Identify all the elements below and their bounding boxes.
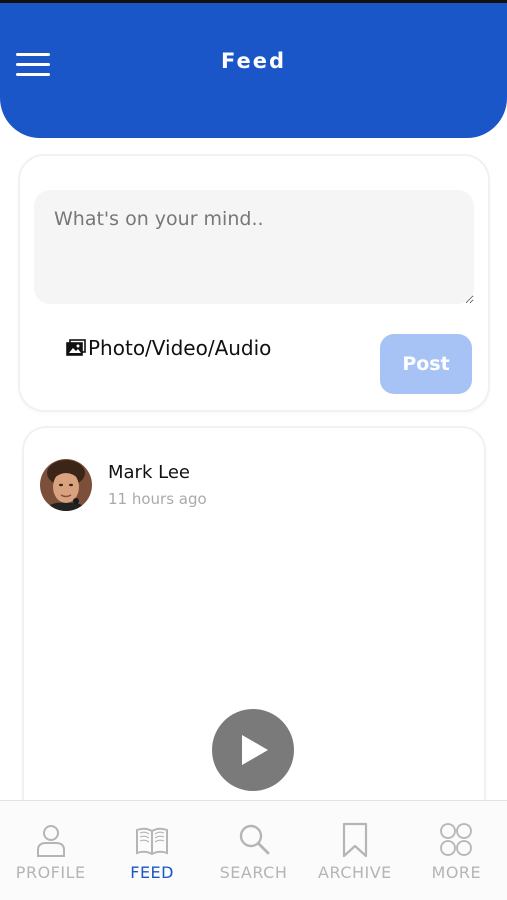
nav-item-more[interactable]: MORE (406, 801, 507, 900)
play-button[interactable] (212, 709, 294, 791)
open-book-icon (136, 827, 169, 856)
nav-label-archive: ARCHIVE (318, 863, 392, 882)
post-composer: Photo/Video/Audio Post (20, 156, 488, 410)
nav-item-search[interactable]: SEARCH (203, 801, 304, 900)
add-media-button[interactable]: Photo/Video/Audio (66, 336, 271, 360)
feed-post-card: Mark Lee 11 hours ago (24, 428, 484, 828)
nav-item-feed[interactable]: FEED (101, 801, 202, 900)
add-media-label: Photo/Video/Audio (88, 336, 272, 360)
play-icon (242, 735, 268, 765)
nav-label-feed: FEED (130, 863, 174, 882)
photo-gallery-icon (66, 339, 86, 357)
status-input[interactable] (34, 190, 474, 304)
author-name[interactable]: Mark Lee (108, 462, 190, 483)
nav-label-more: MORE (431, 863, 482, 882)
author-avatar[interactable] (40, 459, 92, 511)
nav-item-profile[interactable]: PROFILE (0, 801, 101, 900)
post-button[interactable]: Post (380, 334, 472, 394)
nav-label-search: SEARCH (219, 863, 288, 882)
app-header: Feed (0, 0, 507, 138)
bottom-navigation: PROFILE FEED SEARCH ARCHIVE MORE (0, 800, 507, 900)
nav-item-archive[interactable]: ARCHIVE (304, 801, 405, 900)
person-icon (36, 825, 65, 857)
nav-label-profile: PROFILE (15, 863, 86, 882)
search-icon (239, 824, 269, 855)
post-timestamp: 11 hours ago (108, 490, 207, 508)
bookmark-icon (342, 822, 368, 858)
grid-circles-icon (440, 823, 473, 856)
page-title: Feed (220, 49, 286, 73)
